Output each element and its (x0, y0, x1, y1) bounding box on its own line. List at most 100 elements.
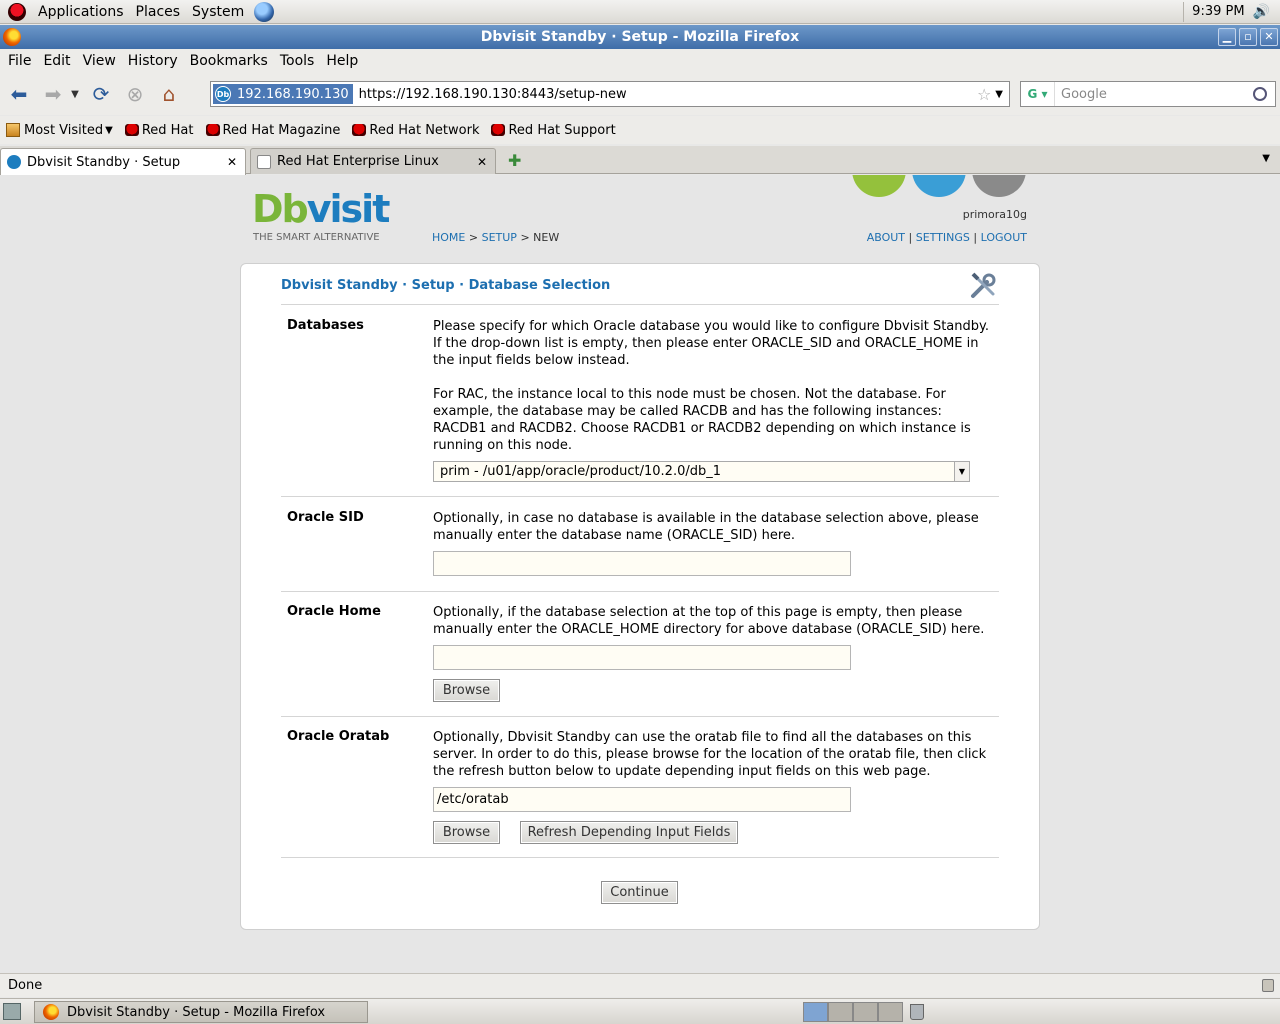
menu-help[interactable]: Help (320, 53, 364, 69)
breadcrumb-home-link[interactable]: HOME (432, 231, 465, 244)
tab-red-hat-enterprise-linux[interactable]: Red Hat Enterprise Linux ✕ (250, 148, 496, 174)
close-window-button[interactable]: ✕ (1260, 28, 1278, 46)
bookmark-most-visited[interactable]: Most Visited ▼ (6, 123, 113, 138)
panel-separator (1183, 1, 1185, 22)
menu-edit[interactable]: Edit (37, 53, 76, 69)
status-bar: Done (0, 973, 1280, 997)
bookmark-red-hat-network[interactable]: Red Hat Network (352, 123, 479, 138)
tab-dbvisit-setup[interactable]: Dbvisit Standby · Setup ✕ (0, 148, 246, 175)
places-menu[interactable]: Places (130, 0, 187, 24)
status-text: Done (8, 978, 43, 993)
database-select-value: prim - /u01/app/oracle/product/10.2.0/db… (440, 464, 722, 479)
redhat-menu-icon[interactable] (8, 2, 26, 21)
workspace-2[interactable] (828, 1002, 853, 1022)
trash-icon[interactable] (910, 1004, 924, 1020)
oracle-sid-section: Oracle SID Optionally, in case no databa… (281, 510, 999, 592)
continue-button[interactable]: Continue (601, 881, 678, 904)
databases-desc-2: For RAC, the instance local to this node… (433, 387, 971, 453)
workspace-3[interactable] (853, 1002, 878, 1022)
firefox-window-icon[interactable] (3, 28, 21, 46)
address-bar[interactable]: Db 192.168.190.130 https://192.168.190.1… (210, 81, 1010, 107)
brand-circles (852, 175, 1026, 197)
stop-icon[interactable]: ⊗ (120, 79, 150, 109)
menu-view[interactable]: View (77, 53, 122, 69)
reload-icon[interactable]: ⟳ (86, 79, 116, 109)
forward-arrow-icon[interactable]: ➡ (38, 79, 68, 109)
taskbar-firefox-window[interactable]: Dbvisit Standby · Setup - Mozilla Firefo… (34, 1001, 368, 1023)
window-titlebar[interactable]: Dbvisit Standby · Setup - Mozilla Firefo… (0, 25, 1280, 49)
google-engine-icon[interactable]: G ▾ (1021, 82, 1055, 106)
menu-history[interactable]: History (122, 53, 184, 69)
site-header: Dbvisit THE SMART ALTERNATIVE HOME > SET… (250, 175, 1030, 255)
oracle-sid-input[interactable] (433, 551, 851, 576)
minimize-button[interactable]: ▁ (1218, 28, 1236, 46)
bookmark-red-hat-support[interactable]: Red Hat Support (491, 123, 616, 138)
show-desktop-icon[interactable] (3, 1003, 21, 1020)
chevron-down-icon[interactable]: ▼ (954, 462, 969, 481)
bottom-taskbar: Dbvisit Standby · Setup - Mozilla Firefo… (0, 998, 1280, 1024)
database-select[interactable]: prim - /u01/app/oracle/product/10.2.0/db… (433, 461, 970, 482)
oracle-oratab-browse-button[interactable]: Browse (433, 821, 500, 844)
page-title: Dbvisit Standby · Setup · Database Selec… (281, 278, 611, 293)
dbvisit-logo[interactable]: Dbvisit (252, 187, 390, 231)
new-tab-plus-icon[interactable]: ✚ (508, 151, 521, 170)
green-circle (852, 175, 906, 197)
site-identity-label: 192.168.190.130 (237, 86, 349, 102)
tab-label: Dbvisit Standby · Setup (27, 154, 181, 170)
tab-strip: Dbvisit Standby · Setup ✕ Red Hat Enterp… (0, 146, 1280, 175)
logout-link[interactable]: LOGOUT (981, 231, 1027, 244)
workspace-4[interactable] (878, 1002, 903, 1022)
back-arrow-icon[interactable]: ⬅ (4, 79, 34, 109)
taskbar-window-label: Dbvisit Standby · Setup - Mozilla Firefo… (67, 1004, 326, 1020)
close-tab-icon[interactable]: ✕ (227, 155, 237, 169)
search-icon[interactable] (1253, 87, 1267, 101)
web-content: Dbvisit THE SMART ALTERNATIVE HOME > SET… (0, 175, 1280, 973)
link-separator: | (908, 231, 913, 244)
menu-file[interactable]: File (2, 53, 37, 69)
settings-link[interactable]: SETTINGS (916, 231, 970, 244)
blue-circle (912, 175, 966, 197)
oracle-home-input[interactable] (433, 645, 851, 670)
refresh-depending-fields-button[interactable]: Refresh Depending Input Fields (520, 821, 738, 844)
menu-bookmarks[interactable]: Bookmarks (184, 53, 274, 69)
oracle-oratab-input[interactable]: /etc/oratab (433, 787, 851, 812)
menu-tools[interactable]: Tools (274, 53, 321, 69)
dbvisit-favicon-icon (7, 155, 21, 169)
url-dropdown-icon[interactable]: ▼ (995, 89, 1003, 100)
oracle-home-section: Oracle Home Optionally, if the database … (281, 604, 999, 717)
breadcrumb-setup-link[interactable]: SETUP (482, 231, 517, 244)
search-bar[interactable]: G ▾ Google (1020, 81, 1276, 107)
bookmark-star-icon[interactable]: ☆ (977, 85, 991, 104)
bookmark-red-hat[interactable]: Red Hat (124, 123, 194, 138)
url-input[interactable]: https://192.168.190.130:8443/setup-new (359, 87, 977, 102)
network-globe-icon[interactable] (254, 1, 275, 22)
firefox-icon (43, 1004, 59, 1020)
tab-label: Red Hat Enterprise Linux (277, 154, 439, 169)
clock[interactable]: 9:39 PM (1192, 4, 1244, 19)
title-divider (281, 304, 999, 305)
header-links: ABOUT | SETTINGS | LOGOUT (867, 231, 1027, 244)
breadcrumb-separator: > (468, 231, 479, 244)
system-menu[interactable]: System (186, 0, 250, 24)
applications-menu[interactable]: Applications (32, 0, 130, 24)
workspace-1[interactable] (803, 1002, 828, 1022)
breadcrumb: HOME > SETUP > NEW (432, 231, 559, 244)
home-icon[interactable]: ⌂ (154, 79, 184, 109)
maximize-button[interactable]: ▫ (1239, 28, 1257, 46)
about-link[interactable]: ABOUT (867, 231, 905, 244)
history-dropdown-icon[interactable]: ▼ (68, 79, 82, 109)
oracle-oratab-label: Oracle Oratab (287, 729, 390, 744)
page-favicon-icon (257, 154, 271, 169)
most-visited-folder-icon (6, 123, 20, 137)
site-identity-button[interactable]: Db 192.168.190.130 (213, 84, 353, 104)
oracle-home-browse-button[interactable]: Browse (433, 679, 500, 702)
close-tab-icon[interactable]: ✕ (477, 155, 487, 169)
bookmark-red-hat-magazine[interactable]: Red Hat Magazine (205, 123, 340, 138)
redhat-favicon-icon (124, 124, 139, 136)
search-input[interactable]: Google (1061, 87, 1253, 102)
volume-icon[interactable]: 🔊 (1253, 4, 1270, 20)
lock-icon[interactable] (1262, 979, 1274, 992)
databases-section: Databases Please specify for which Oracl… (281, 318, 999, 497)
redhat-favicon-icon (205, 124, 220, 136)
tab-list-chevron-icon[interactable]: ▼ (1262, 153, 1270, 164)
